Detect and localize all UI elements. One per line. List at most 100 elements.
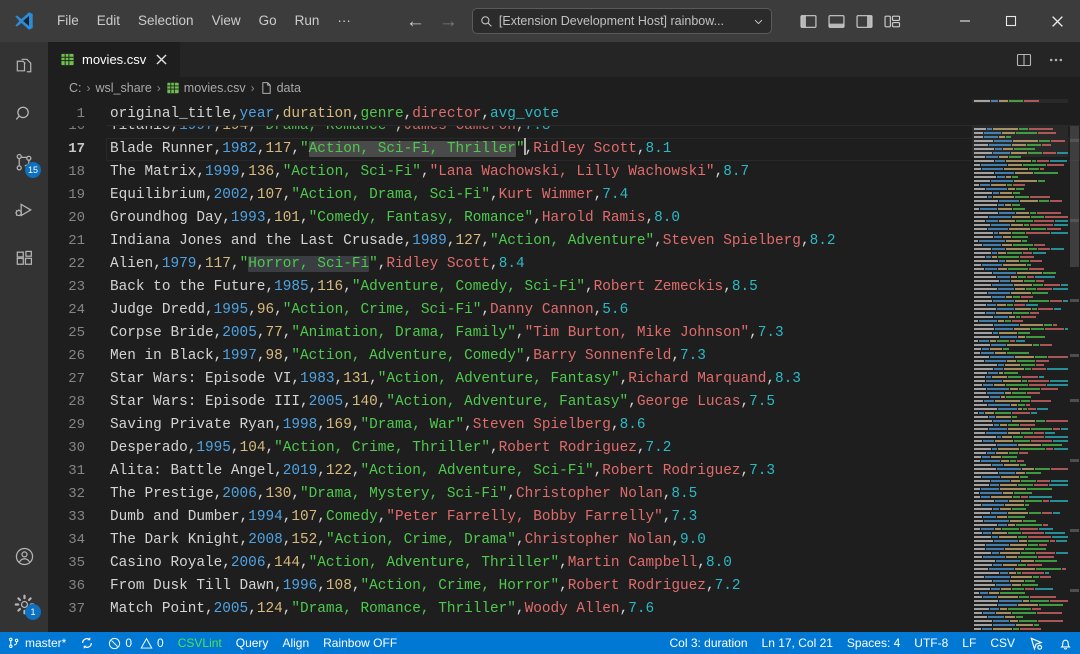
- status-problems[interactable]: 0 0: [101, 632, 170, 654]
- code-line[interactable]: Corpse Bride,2005,77,"Animation, Drama, …: [106, 322, 1080, 345]
- menu-go[interactable]: Go: [250, 9, 286, 33]
- code-line[interactable]: Equilibrium,2002,107,"Action, Drama, Sci…: [106, 184, 1080, 207]
- status-cursor-position[interactable]: Ln 17, Col 21: [755, 632, 840, 654]
- toggle-secondary-sidebar-icon[interactable]: [856, 13, 873, 30]
- more-actions-icon[interactable]: [1042, 46, 1070, 74]
- code-line[interactable]: Star Wars: Episode VI,1983,131,"Action, …: [106, 368, 1080, 391]
- status-branch[interactable]: master*: [0, 632, 73, 654]
- line-number: 21: [48, 230, 85, 253]
- extensions-icon: [13, 247, 36, 270]
- overview-mark: [1070, 529, 1079, 532]
- code-lines[interactable]: original_title,year,duration,genre,direc…: [106, 99, 1080, 632]
- code-line[interactable]: Alita: Battle Angel,2019,122,"Action, Ad…: [106, 460, 1080, 483]
- line-number: 22: [48, 253, 85, 276]
- line-number: 30: [48, 437, 85, 460]
- close-icon[interactable]: [1034, 0, 1080, 42]
- code-line[interactable]: Desperado,1995,104,"Action, Crime, Thril…: [106, 437, 1080, 460]
- navigation-arrows: ← →: [406, 12, 458, 31]
- status-rainbow[interactable]: Rainbow OFF: [316, 632, 404, 654]
- status-align[interactable]: Align: [275, 632, 316, 654]
- code-line[interactable]: Dumb and Dumber,1994,107,Comedy,"Peter F…: [106, 506, 1080, 529]
- line-number: 37: [48, 598, 85, 621]
- status-feedback[interactable]: [1022, 632, 1051, 654]
- toggle-primary-sidebar-icon[interactable]: [800, 13, 817, 30]
- arrow-right-icon[interactable]: →: [439, 12, 458, 31]
- line-number: 19: [48, 184, 85, 207]
- code-line[interactable]: Indiana Jones and the Last Crusade,1989,…: [106, 230, 1080, 253]
- vscode-logo-icon: [0, 0, 48, 42]
- code-line[interactable]: Saving Private Ryan,1998,169,"Drama, War…: [106, 414, 1080, 437]
- command-center-search[interactable]: [Extension Development Host] rainbow...: [472, 8, 772, 34]
- sidebar-item-manage-settings[interactable]: 1: [0, 580, 48, 628]
- chevron-down-icon[interactable]: [753, 16, 764, 27]
- code-line[interactable]: Back to the Future,1985,116,"Adventure, …: [106, 276, 1080, 299]
- status-notifications[interactable]: [1051, 632, 1080, 654]
- status-sync[interactable]: [73, 632, 101, 654]
- line-number: 17: [48, 138, 85, 161]
- status-language-mode[interactable]: CSV: [983, 632, 1022, 654]
- menu-edit[interactable]: Edit: [88, 9, 129, 33]
- breadcrumb-separator: ›: [86, 81, 92, 95]
- status-column-info[interactable]: Col 3: duration: [662, 632, 754, 654]
- sidebar-item-accounts[interactable]: [0, 532, 48, 580]
- code-line[interactable]: Men in Black,1997,98,"Action, Adventure,…: [106, 345, 1080, 368]
- code-line[interactable]: original_title,year,duration,genre,direc…: [106, 103, 1080, 126]
- code-line[interactable]: From Dusk Till Dawn,1996,108,"Action, Cr…: [106, 575, 1080, 598]
- line-number: 20: [48, 207, 85, 230]
- code-line[interactable]: The Matrix,1999,136,"Action, Sci-Fi","La…: [106, 161, 1080, 184]
- account-icon: [13, 545, 36, 568]
- code-line[interactable]: The Prestige,2006,130,"Drama, Mystery, S…: [106, 483, 1080, 506]
- overview-mark: [1070, 354, 1079, 357]
- scrollbar-thumb[interactable]: [1070, 117, 1079, 267]
- arrow-left-icon[interactable]: ←: [406, 12, 425, 31]
- menu-run[interactable]: Run: [286, 9, 329, 33]
- menu-file[interactable]: File: [48, 9, 88, 33]
- tab-label: movies.csv: [82, 52, 146, 67]
- breadcrumb-item-1[interactable]: wsl_share: [96, 81, 152, 95]
- maximize-icon[interactable]: [988, 0, 1034, 42]
- status-indentation[interactable]: Spaces: 4: [840, 632, 907, 654]
- status-encoding[interactable]: UTF-8: [907, 632, 955, 654]
- status-bar-left: master*: [0, 632, 404, 654]
- menu-selection[interactable]: Selection: [129, 9, 203, 33]
- close-icon[interactable]: [153, 53, 170, 66]
- menu-more[interactable]: ···: [328, 9, 360, 33]
- breadcrumb-label: movies.csv: [184, 81, 246, 95]
- files-icon: [13, 55, 36, 78]
- status-eol[interactable]: LF: [955, 632, 983, 654]
- customize-layout-icon[interactable]: [884, 13, 901, 30]
- status-query[interactable]: Query: [229, 632, 276, 654]
- status-csvlint[interactable]: CSVLint: [171, 632, 229, 654]
- minimap[interactable]: [972, 99, 1068, 632]
- line-number: 35: [48, 552, 85, 575]
- breadcrumb-item-2[interactable]: movies.csv: [166, 81, 246, 95]
- minimize-icon[interactable]: [942, 0, 988, 42]
- settings-badge: 1: [25, 604, 41, 620]
- sidebar-item-source-control[interactable]: 15: [0, 138, 48, 186]
- source-control-badge: 15: [25, 162, 41, 178]
- code-line[interactable]: Judge Dredd,1995,96,"Action, Crime, Sci-…: [106, 299, 1080, 322]
- code-line[interactable]: Casino Royale,2006,144,"Action, Adventur…: [106, 552, 1080, 575]
- editor-vertical-scrollbar[interactable]: [1068, 99, 1080, 632]
- code-line[interactable]: Groundhog Day,1993,101,"Comedy, Fantasy,…: [106, 207, 1080, 230]
- source-control-icon: [7, 636, 21, 650]
- sidebar-item-extensions[interactable]: [0, 234, 48, 282]
- sidebar-item-search[interactable]: [0, 90, 48, 138]
- code-line[interactable]: The Dark Knight,2008,152,"Action, Crime,…: [106, 529, 1080, 552]
- code-line[interactable]: Alien,1979,117,"Horror, Sci-Fi",Ridley S…: [106, 253, 1080, 276]
- workbench-body: 15: [0, 42, 1080, 632]
- code-line[interactable]: Blade Runner,1982,117,"Action, Sci-Fi, T…: [106, 138, 1080, 161]
- tab-movies-csv[interactable]: movies.csv: [48, 42, 181, 77]
- code-line[interactable]: Star Wars: Episode III,2005,140,"Action,…: [106, 391, 1080, 414]
- overview-mark: [1070, 299, 1079, 302]
- split-editor-icon[interactable]: [1010, 46, 1038, 74]
- breadcrumb-item-0[interactable]: C:: [69, 81, 82, 95]
- sidebar-item-run-and-debug[interactable]: [0, 186, 48, 234]
- menu-view[interactable]: View: [203, 9, 250, 33]
- bell-icon: [1058, 636, 1073, 651]
- code-line[interactable]: Match Point,2005,124,"Drama, Romance, Th…: [106, 598, 1080, 621]
- toggle-panel-icon[interactable]: [828, 13, 845, 30]
- sidebar-item-explorer[interactable]: [0, 42, 48, 90]
- code-editor[interactable]: 1161718192021222324252627282930313233343…: [48, 99, 1080, 632]
- breadcrumb-item-3[interactable]: data: [260, 81, 301, 95]
